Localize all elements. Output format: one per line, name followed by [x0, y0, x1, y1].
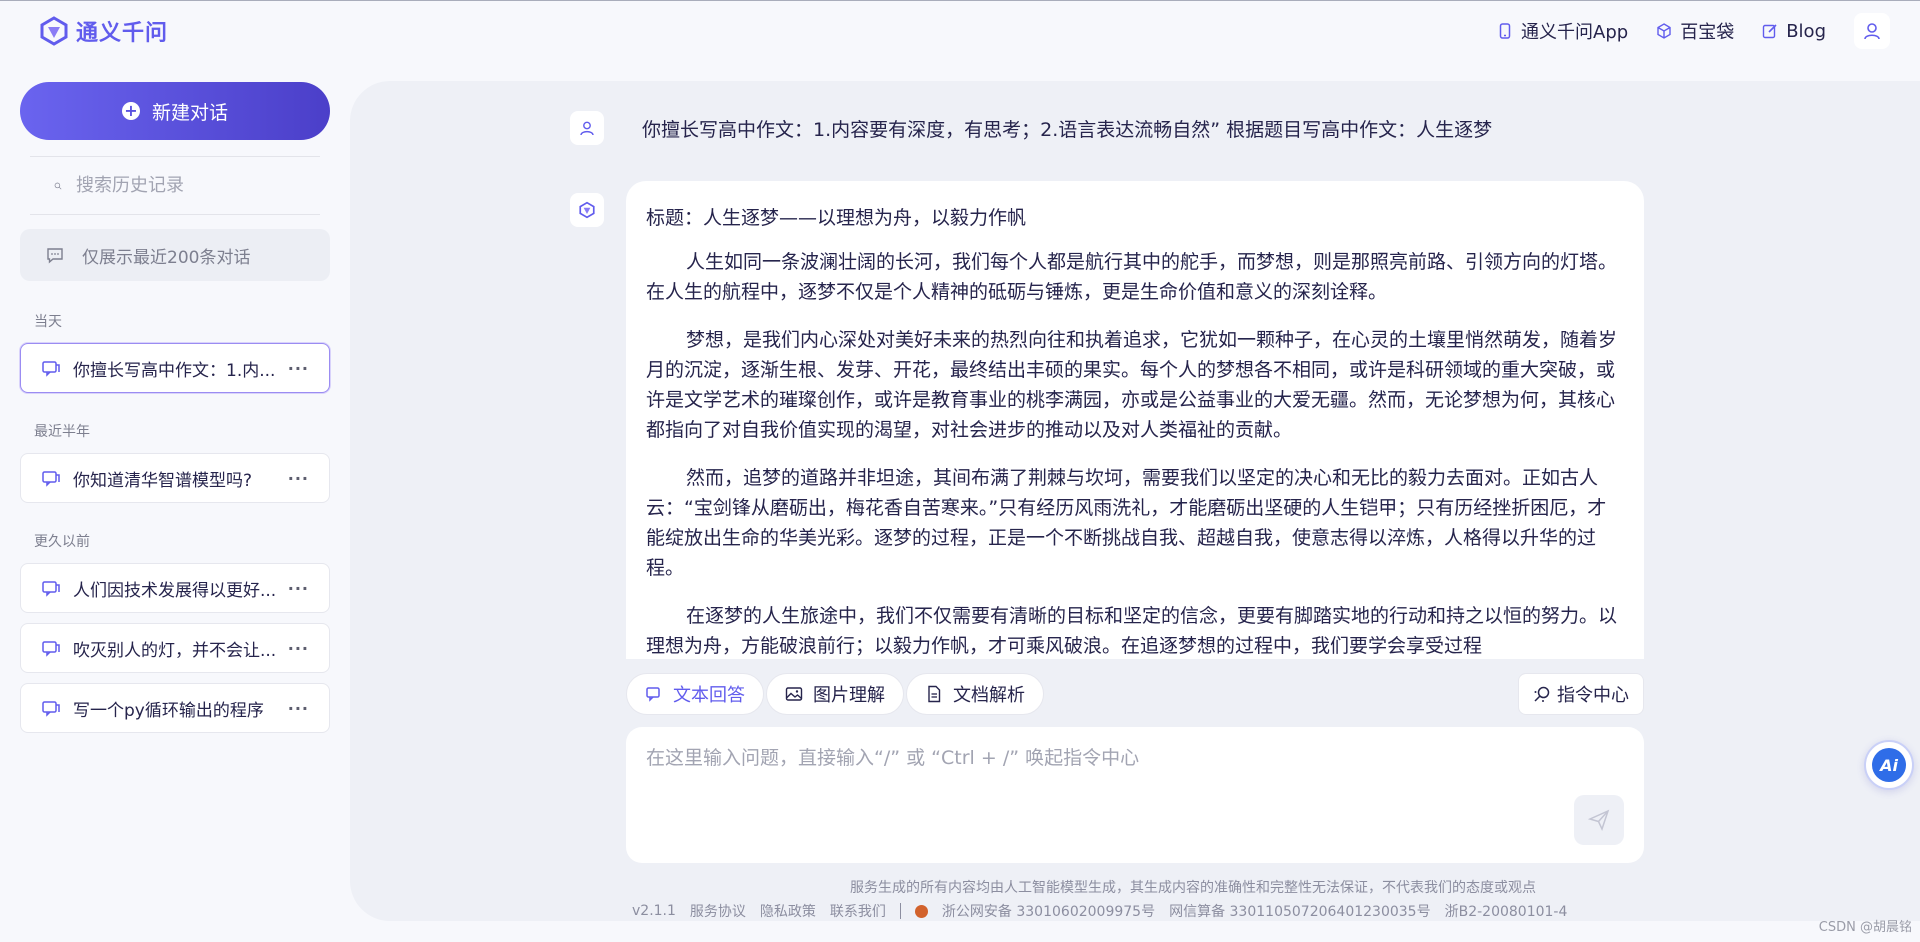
chat-icon — [42, 581, 60, 597]
brand-logo[interactable]: 通义千问 — [38, 15, 168, 47]
user-icon — [580, 121, 594, 136]
answer-paragraph: 在逐梦的人生旅途中，我们不仅需要有清晰的目标和坚定的信念，更要有脚踏实地的行动和… — [646, 605, 1618, 657]
conversation-item[interactable]: 你擅长写高中作文：1.内... ··· — [20, 343, 330, 393]
ai-disclaimer: 服务生成的所有内容均由人工智能模型生成，其生成内容的准确性和完整性无法保证，不代… — [350, 877, 1920, 897]
image-icon — [785, 687, 803, 701]
image-understanding-tab[interactable]: 图片理解 — [766, 673, 904, 715]
answer-paragraph: 梦想，是我们内心深处对美好未来的热烈向往和执着追求，它犹如一颗种子，在心灵的土壤… — [646, 329, 1618, 441]
history-limit-text: 仅展示最近200条对话 — [82, 247, 251, 268]
nav-blog-link[interactable]: Blog — [1762, 21, 1826, 42]
assistant-avatar — [570, 193, 604, 227]
nav-blog-label: Blog — [1786, 20, 1826, 42]
section-label-half-year: 最近半年 — [34, 424, 90, 440]
icp-link[interactable]: 浙B2-20080101-4 — [1445, 901, 1568, 921]
send-icon — [1588, 809, 1610, 831]
brand-name: 通义千问 — [76, 21, 169, 46]
user-message-text: 你擅长写高中作文：1.内容要有深度，有思考；2.语言表达流畅自然” 根据题目写高… — [642, 118, 1493, 141]
answer-paragraph: 人生如同一条波澜壮阔的长河，我们每个人都是航行其中的舵手，而梦想，则是那照亮前路… — [646, 251, 1618, 303]
answer-title: 标题：人生逐梦——以理想为舟，以毅力作帆 — [646, 207, 1027, 229]
police-record-link[interactable]: 浙公网安备 33010602009975号 — [942, 901, 1155, 921]
tongyi-logo-icon — [40, 16, 68, 46]
ai-assistant-float-button[interactable]: Ai — [1864, 740, 1914, 790]
document-parse-label: 文档解析 — [953, 685, 1025, 706]
section-label-today: 当天 — [34, 314, 62, 330]
section-label-older: 更久以前 — [34, 534, 90, 550]
document-icon — [928, 685, 941, 703]
version-label: v2.1.1 — [632, 903, 676, 919]
conversation-item[interactable]: 人们因技术发展得以更好... ··· — [20, 563, 330, 613]
police-badge-icon — [914, 904, 928, 918]
chat-icon — [42, 641, 60, 657]
phone-icon — [1499, 23, 1511, 39]
contact-link[interactable]: 联系我们 — [830, 901, 886, 921]
more-options-button[interactable]: ··· — [288, 469, 309, 488]
tongyi-logo-icon — [579, 201, 595, 219]
command-icon — [1534, 686, 1550, 702]
chat-icon — [42, 471, 60, 487]
chat-icon — [646, 687, 660, 702]
nav-toolbox-link[interactable]: 百宝袋 — [1656, 18, 1734, 44]
conversation-title: 人们因技术发展得以更好... — [73, 580, 276, 601]
send-button[interactable] — [1574, 795, 1624, 845]
cube-icon — [1657, 23, 1671, 39]
watermark: CSDN @胡晨铭 — [1818, 920, 1912, 935]
search-icon — [54, 182, 62, 189]
top-bar: 通义千问 通义千问App 百宝袋 Blog — [0, 0, 1920, 60]
conversation-title: 写一个py循环输出的程序 — [73, 700, 264, 721]
chat-icon — [42, 701, 60, 717]
user-avatar — [570, 111, 604, 145]
more-options-button[interactable]: ··· — [288, 359, 309, 378]
assistant-answer: 标题：人生逐梦——以理想为舟，以毅力作帆 人生如同一条波澜壮阔的长河，我们每个人… — [626, 181, 1644, 659]
user-avatar-button[interactable] — [1854, 13, 1890, 49]
history-search — [30, 157, 320, 215]
more-options-button[interactable]: ··· — [288, 579, 309, 598]
nav-app-link[interactable]: 通义千问App — [1497, 18, 1628, 44]
document-parse-tab[interactable]: 文档解析 — [906, 673, 1044, 715]
more-options-button[interactable]: ··· — [288, 639, 309, 658]
user-icon — [1864, 23, 1880, 40]
ai-disclaimer-text: 服务生成的所有内容均由人工智能模型生成，其生成内容的准确性和完整性无法保证，不代… — [850, 880, 1536, 896]
plus-icon: + — [121, 102, 140, 120]
chat-icon — [42, 361, 60, 377]
answer-paragraph: 然而，追梦的道路并非坦途，其间布满了荆棘与坎坷，需要我们以坚定的决心和无比的毅力… — [646, 467, 1607, 579]
image-understanding-label: 图片理解 — [813, 685, 885, 706]
history-limit-notice: 仅展示最近200条对话 — [20, 229, 330, 281]
conversation-item[interactable]: 吹灭别人的灯，并不会让... ··· — [20, 623, 330, 673]
terms-link[interactable]: 服务协议 — [690, 901, 746, 921]
text-answer-label: 文本回答 — [673, 685, 745, 706]
message-input[interactable] — [646, 743, 1546, 833]
chat-bubble-icon — [47, 248, 63, 264]
divider — [899, 903, 901, 919]
text-answer-tab[interactable]: 文本回答 — [626, 673, 764, 715]
new-chat-label: 新建对话 — [151, 101, 228, 124]
command-center-button[interactable]: 指令中心 — [1518, 673, 1644, 715]
sidebar: + 新建对话 仅展示最近200条对话 当天 你擅长写高中作文：1.内... ··… — [20, 82, 330, 743]
conversation-title: 吹灭别人的灯，并不会让... — [73, 640, 276, 661]
nav-app-label: 通义千问App — [1521, 22, 1629, 43]
message-composer — [626, 727, 1644, 863]
user-message: 你擅长写高中作文：1.内容要有深度，有思考；2.语言表达流畅自然” 根据题目写高… — [570, 111, 1492, 145]
conversation-item[interactable]: 写一个py循环输出的程序 ··· — [20, 683, 330, 733]
more-options-button[interactable]: ··· — [288, 699, 309, 718]
conversation-title: 你擅长写高中作文：1.内... — [73, 360, 276, 381]
ai-label: Ai — [1872, 748, 1906, 782]
history-search-input[interactable] — [76, 175, 296, 196]
top-nav: 通义千问App 百宝袋 Blog — [1497, 13, 1890, 49]
edit-icon — [1763, 24, 1777, 39]
privacy-link[interactable]: 隐私政策 — [760, 901, 816, 921]
algorithm-record-link[interactable]: 网信算备 330110507206401230035号 — [1169, 901, 1431, 921]
conversation-item[interactable]: 你知道清华智谱模型吗? ··· — [20, 453, 330, 503]
mode-toolbar: 文本回答 图片理解 文档解析 指令中心 — [626, 673, 1644, 715]
nav-toolbox-label: 百宝袋 — [1680, 22, 1735, 43]
conversation-title: 你知道清华智谱模型吗? — [73, 470, 253, 491]
command-center-label: 指令中心 — [1557, 685, 1629, 706]
chat-panel: 你擅长写高中作文：1.内容要有深度，有思考；2.语言表达流畅自然” 根据题目写高… — [350, 81, 1920, 921]
legal-footer: v2.1.1 服务协议 隐私政策 联系我们 浙公网安备 330106020099… — [632, 901, 1567, 921]
new-chat-button[interactable]: + 新建对话 — [20, 82, 330, 140]
